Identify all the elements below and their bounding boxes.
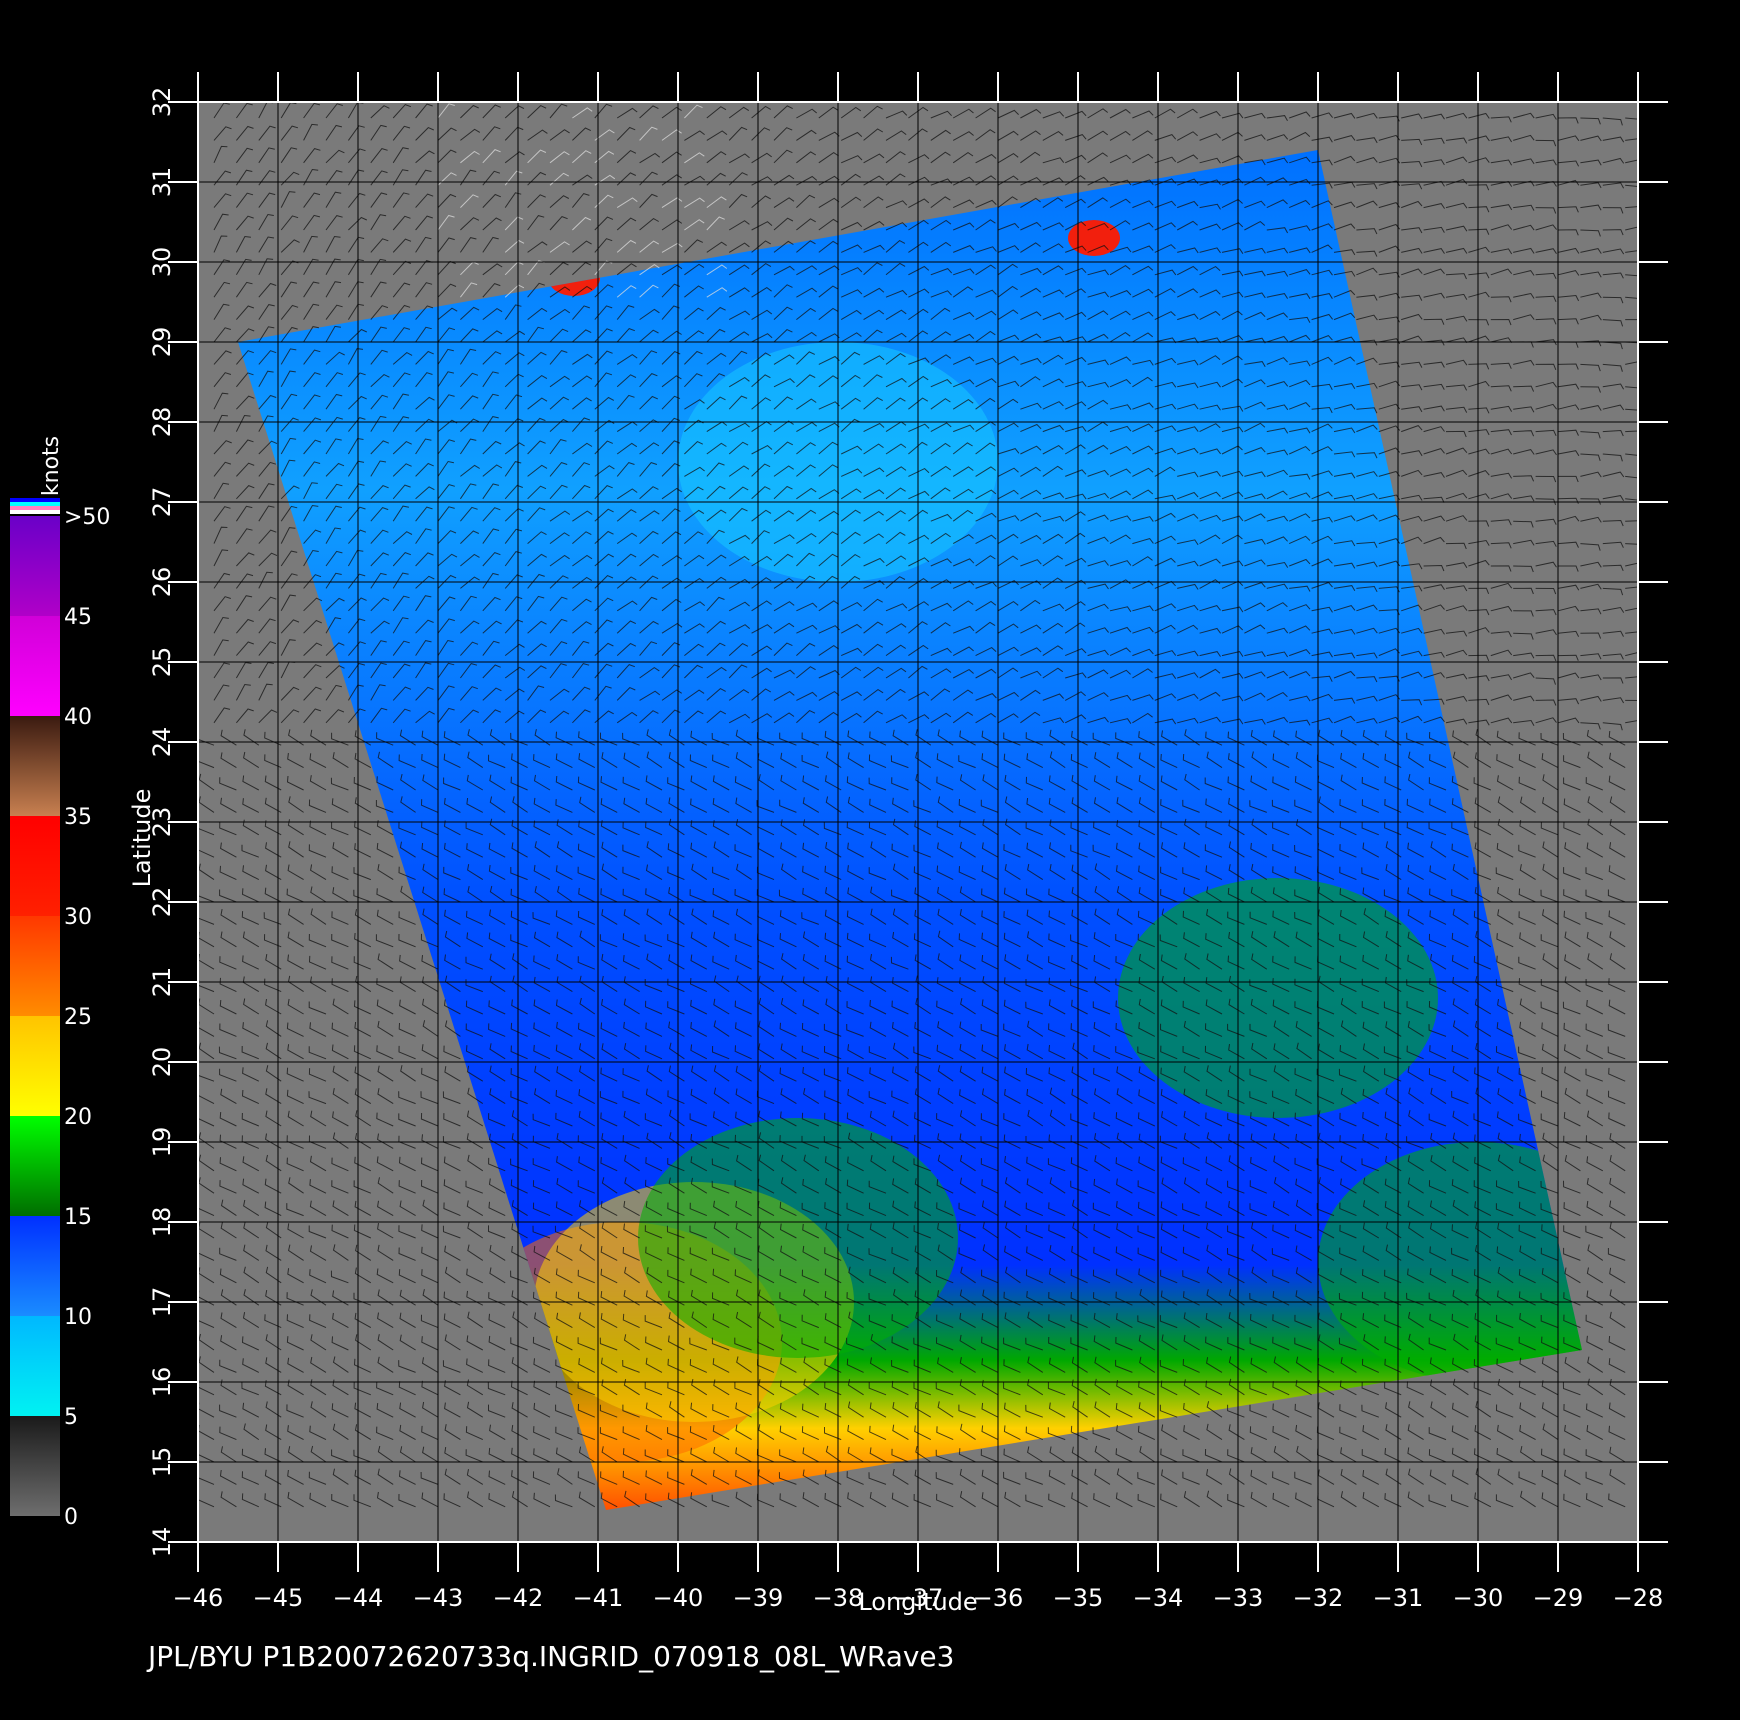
colorbar-cap xyxy=(10,510,60,514)
x-tick-label: −45 xyxy=(253,1584,304,1612)
x-tick-label: −46 xyxy=(173,1584,224,1612)
y-tick-label: 24 xyxy=(148,727,176,758)
wind-map: −46 −45 −44 −43 −42 −41 −40 −39 −38 −37 −36 −35 −34−… xyxy=(10,72,1668,1616)
colorbar-tick-label: >50 xyxy=(64,505,110,530)
x-tick-label: −31 xyxy=(1373,1584,1424,1612)
y-axis-label: Latitude xyxy=(128,789,156,888)
y-tick-label: 25 xyxy=(148,647,176,678)
footer-caption: JPL/BYU P1B20072620733q.INGRID_070918_08… xyxy=(148,1640,955,1673)
colorbar-segment xyxy=(10,616,60,716)
wind-region xyxy=(638,1118,958,1358)
colorbar-tick-label: 45 xyxy=(64,605,92,630)
x-tick-label: −40 xyxy=(653,1584,704,1612)
x-tick-label: −29 xyxy=(1533,1584,1584,1612)
colorbar-tick-label: 40 xyxy=(64,705,92,730)
colorbar-tick-label: 30 xyxy=(64,905,92,930)
wind-region xyxy=(1068,220,1120,256)
colorbar-cap xyxy=(10,506,60,510)
colorbar-segment xyxy=(10,916,60,1016)
x-axis-label: Longitude xyxy=(858,1588,977,1616)
y-tick-label: 15 xyxy=(148,1447,176,1478)
y-tick-label: 20 xyxy=(148,1047,176,1078)
y-tick-label: 30 xyxy=(148,247,176,278)
x-tick-label: −39 xyxy=(733,1584,784,1612)
x-tick-label: −34 xyxy=(1133,1584,1184,1612)
colorbar-tick-label: 20 xyxy=(64,1105,92,1130)
y-tick-label: 19 xyxy=(148,1127,176,1158)
x-tick-label: −32 xyxy=(1293,1584,1344,1612)
x-tick-label: −35 xyxy=(1053,1584,1104,1612)
y-tick-label: 16 xyxy=(148,1367,176,1398)
y-tick-label: 26 xyxy=(148,567,176,598)
y-tick-label: 18 xyxy=(148,1207,176,1238)
colorbar-cap xyxy=(10,502,60,506)
colorbar-segment xyxy=(10,1016,60,1116)
wind-region xyxy=(1118,878,1438,1118)
x-tick-label: −38 xyxy=(813,1584,864,1612)
y-tick-label: 22 xyxy=(148,887,176,918)
colorbar-segment xyxy=(10,516,60,616)
x-tick-label: −36 xyxy=(973,1584,1024,1612)
colorbar-tick-label: 5 xyxy=(64,1405,78,1430)
x-tick-label: −30 xyxy=(1453,1584,1504,1612)
x-tick-label: −41 xyxy=(573,1584,624,1612)
colorbar-segment xyxy=(10,1116,60,1216)
colorbar-segment xyxy=(10,1316,60,1416)
y-tick-label: 32 xyxy=(148,87,176,118)
y-tick-label: 21 xyxy=(148,967,176,998)
colorbar-segment xyxy=(10,1216,60,1316)
x-tick-label: −28 xyxy=(1613,1584,1664,1612)
colorbar-segment xyxy=(10,816,60,916)
x-tick-label: −42 xyxy=(493,1584,544,1612)
y-tick-label: 27 xyxy=(148,487,176,518)
x-tick-label: −33 xyxy=(1213,1584,1264,1612)
y-tick-label: 17 xyxy=(148,1287,176,1318)
colorbar-tick-label: 15 xyxy=(64,1205,92,1230)
x-tick-label: −43 xyxy=(413,1584,464,1612)
colorbar-tick-label: 35 xyxy=(64,805,92,830)
y-tick-label: 28 xyxy=(148,407,176,438)
y-tick-label: 29 xyxy=(148,327,176,358)
colorbar-tick-label: 0 xyxy=(64,1505,78,1530)
colorbar-segment xyxy=(10,716,60,816)
y-tick-label: 31 xyxy=(148,167,176,198)
colorbar-cap xyxy=(10,498,60,502)
colorbar-tick-label: 25 xyxy=(64,1005,92,1030)
x-tick-label: −44 xyxy=(333,1584,384,1612)
y-tick-label: 14 xyxy=(148,1527,176,1558)
colorbar-segment xyxy=(10,1416,60,1516)
colorbar-tick-label: 10 xyxy=(64,1305,92,1330)
colorbar-label: knots xyxy=(39,436,64,496)
